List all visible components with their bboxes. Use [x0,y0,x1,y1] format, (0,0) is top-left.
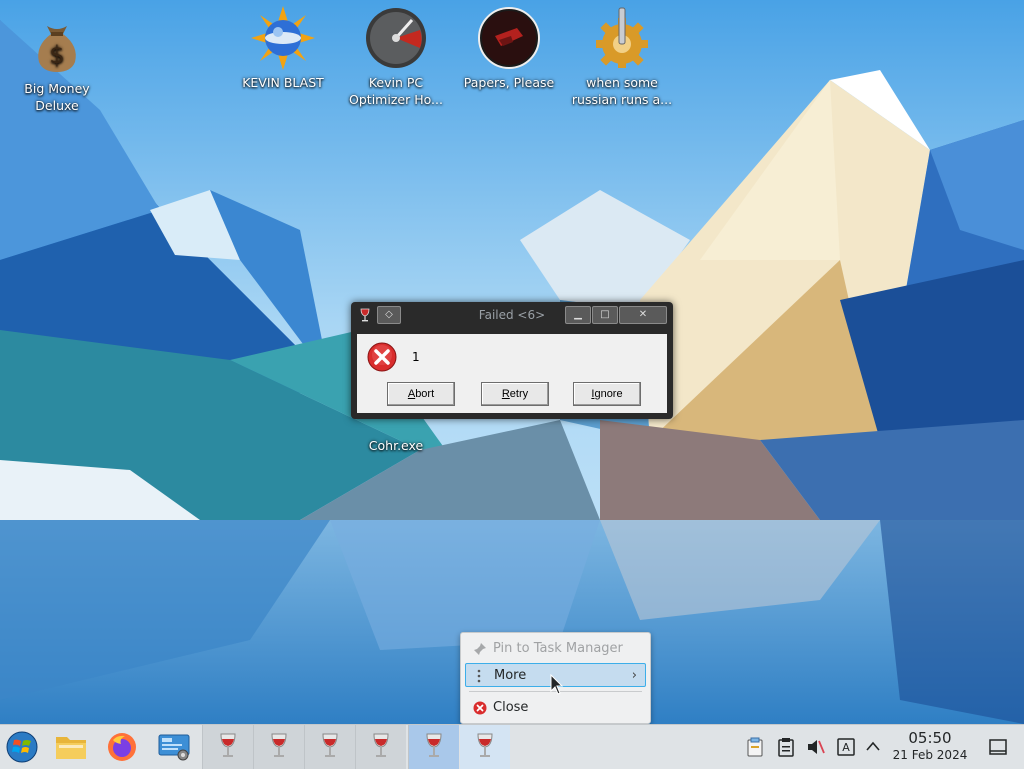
taskbar-firefox[interactable] [98,725,148,769]
abort-button[interactable]: Abort [387,382,455,406]
more-icon [477,669,481,683]
taskbar-wine-task-2[interactable] [253,725,304,769]
pin-icon [474,643,486,655]
system-settings-icon [158,734,190,761]
show-desktop-icon[interactable] [988,738,1008,756]
svg-text:$: $ [49,41,64,69]
menu-item-pin-to-task-manager[interactable]: Pin to Task Manager [465,637,646,661]
wine-glass-icon [322,733,338,757]
taskbar: A 05:50 21 Feb 2024 [0,724,1024,769]
clock-time: 05:50 [908,729,952,747]
desktop-icon-big-money-deluxe[interactable]: $ Big Money Deluxe [1,12,113,114]
input-method-icon[interactable]: A [837,737,855,757]
desktop-icon-papers-please[interactable]: Papers, Please [453,6,565,91]
close-icon: ✕ [638,309,648,320]
taskbar-wine-task-6[interactable] [460,725,510,769]
papers-please-icon [478,7,540,69]
gauge-icon [366,8,426,68]
wine-glass-icon [271,733,287,757]
money-bag-icon: $ [38,26,76,72]
desktop-icon-label: Cohr.exe [368,438,424,453]
digital-clock[interactable]: 05:50 21 Feb 2024 [878,729,982,763]
desktop-icon-label: Kevin PC Optimizer Ho... [349,75,443,107]
taskbar-file-manager[interactable] [46,725,96,769]
start-orb-icon [6,731,38,763]
error-dialog: ◇ Failed <6> ▁ □ ✕ 1 Abort Retry Ignore [351,302,673,419]
folder-icon [56,737,86,759]
volume-muted-icon[interactable] [807,737,825,757]
desktop-icon-when-some-russian[interactable]: when some russian runs a... [566,6,678,108]
wine-glass-icon [426,733,442,757]
desktop-icon-kevin-blast[interactable]: KEVIN BLAST [227,6,339,91]
clock-date: 21 Feb 2024 [892,748,968,762]
minimize-button[interactable]: ▁ [565,306,591,324]
desktop-icon-label: KEVIN BLAST [242,75,324,90]
wine-glass-icon [220,733,236,757]
desktop-icon-label: when some russian runs a... [571,75,673,107]
gear-icon [596,7,648,68]
menu-item-close[interactable]: Close [465,696,646,720]
svg-text:A: A [842,741,850,754]
error-icon [367,342,397,372]
close-circle-icon [473,701,487,715]
minimize-icon: ▁ [574,309,582,320]
firefox-icon [108,733,136,761]
desktop-icon-label: Papers, Please [463,75,555,90]
close-button[interactable]: ✕ [619,306,667,324]
clipboard-icon[interactable] [778,737,794,757]
start-menu-button[interactable] [0,725,44,769]
ignore-button[interactable]: Ignore [573,382,641,406]
sun-globe-icon [251,6,315,70]
dialog-message: 1 [412,350,420,364]
mouse-cursor-icon [550,674,564,695]
dialog-body: 1 Abort Retry Ignore [357,334,667,413]
wine-glass-icon [373,733,389,757]
chevron-right-icon: › [631,668,637,683]
desktop-icon-cohr-exe[interactable]: Cohr.exe [340,419,452,454]
wine-glass-icon [477,733,493,757]
dialog-titlebar[interactable]: ◇ Failed <6> ▁ □ ✕ [351,302,673,328]
desktop-icon-label: Big Money Deluxe [24,81,90,113]
desktop-icon-kevin-pc-optimizer[interactable]: Kevin PC Optimizer Ho... [340,6,452,108]
retry-button[interactable]: Retry [481,382,549,406]
taskbar-system-settings[interactable] [150,725,200,769]
taskbar-wine-task-4[interactable] [355,725,406,769]
taskbar-wine-task-5-active[interactable] [408,725,459,769]
maximize-icon: □ [600,309,610,320]
taskbar-wine-task-3[interactable] [304,725,355,769]
taskbar-wine-task-1[interactable] [202,725,253,769]
maximize-button[interactable]: □ [592,306,618,324]
tray-clipboard-task-icon[interactable] [746,737,764,757]
